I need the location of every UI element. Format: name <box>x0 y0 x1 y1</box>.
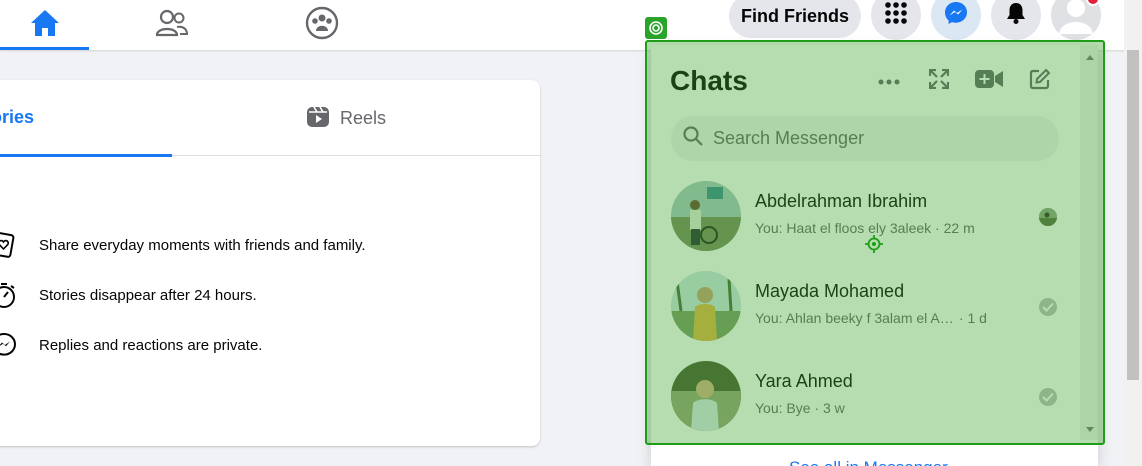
click-target-crosshair-icon <box>865 235 883 253</box>
search-icon <box>683 126 703 151</box>
new-message-button[interactable] <box>1025 67 1055 95</box>
sent-check-icon <box>1039 388 1057 406</box>
chat-item-yara-ahmed[interactable]: Yara Ahmed You: Bye · 3 w <box>661 353 1081 439</box>
chat-name: Abdelrahman Ibrahim <box>755 191 928 211</box>
stories-card: tories Reels Share everyday moments with… <box>0 80 540 446</box>
stories-info-disappear-text: Stories disappear after 24 hours. <box>39 286 257 304</box>
stopwatch-icon <box>0 281 18 309</box>
menu-grid-icon <box>884 1 908 30</box>
seen-avatar-icon <box>1039 208 1057 226</box>
new-room-button[interactable] <box>974 67 1004 95</box>
scroll-down-arrow-icon[interactable] <box>1086 427 1094 432</box>
avatar <box>671 271 741 341</box>
tab-reels-label: Reels <box>340 107 387 128</box>
stories-info-share-text: Share everyday moments with friends and … <box>39 236 366 254</box>
stories-info-private: Replies and reactions are private. <box>0 331 262 359</box>
chats-dropdown: Chats Abdelrahman Ibrahim You: Haat el f <box>651 45 1098 466</box>
chat-last-message: You: Haat el floos ely 3aleek <box>755 220 932 236</box>
scroll-up-arrow-icon[interactable] <box>1086 55 1094 60</box>
compose-icon <box>1029 68 1051 95</box>
sent-check-icon <box>1039 298 1057 316</box>
tab-stories-label: tories <box>0 107 35 127</box>
expand-icon <box>928 68 950 94</box>
groups-icon <box>305 6 339 45</box>
see-all-in-messenger-button[interactable] <box>924 67 954 95</box>
avatar <box>671 181 741 251</box>
see-all-in-messenger-link[interactable]: See all in Messenger <box>789 458 948 466</box>
chat-name: Yara Ahmed <box>755 371 853 391</box>
account-button[interactable] <box>1051 0 1101 40</box>
messenger-search[interactable] <box>671 116 1059 161</box>
heart-card-icon <box>0 231 18 259</box>
chats-title: Chats <box>670 65 748 96</box>
profile-avatar-icon <box>1051 0 1101 40</box>
chat-time: 3 w <box>822 400 845 416</box>
chat-preview: You: Ahlan beeky f 3alam el Aut... · 1 d <box>755 310 987 326</box>
home-icon <box>29 8 61 43</box>
chats-scrollbar[interactable] <box>1080 45 1098 440</box>
target-badge-icon <box>645 17 667 39</box>
chat-preview: You: Bye · 3 w <box>755 400 845 416</box>
friends-icon <box>155 9 189 42</box>
stories-info-disappear: Stories disappear after 24 hours. <box>0 281 257 309</box>
chat-last-message: You: Ahlan beeky f 3alam el Aut... <box>755 310 955 326</box>
chat-item-mayada-mohamed[interactable]: Mayada Mohamed You: Ahlan beeky f 3alam … <box>661 263 1081 349</box>
nav-home-tab[interactable] <box>0 0 89 50</box>
tab-stories[interactable]: tories <box>0 80 172 157</box>
page-scrollbar-thumb[interactable] <box>1127 50 1139 380</box>
nav-friends-tab[interactable] <box>126 0 218 50</box>
stories-card-tabs: tories Reels <box>0 80 540 157</box>
top-navigation-bar: Find Friends <box>0 0 1142 50</box>
avatar <box>671 361 741 431</box>
more-options-icon <box>878 72 900 90</box>
messenger-bubble-icon <box>0 331 18 359</box>
messenger-icon <box>944 1 968 30</box>
stories-info-private-text: Replies and reactions are private. <box>39 336 263 354</box>
video-camera-icon <box>975 69 1003 94</box>
stories-info-share: Share everyday moments with friends and … <box>0 231 366 259</box>
reels-icon <box>306 104 330 133</box>
nav-groups-tab[interactable] <box>276 0 368 50</box>
find-friends-button[interactable]: Find Friends <box>729 0 861 38</box>
chat-time: 22 m <box>943 220 975 236</box>
notifications-button[interactable] <box>991 0 1041 40</box>
messenger-button[interactable] <box>931 0 981 40</box>
messenger-search-input[interactable] <box>713 128 1043 149</box>
chat-name: Mayada Mohamed <box>755 281 905 301</box>
chat-preview: You: Haat el floos ely 3aleek · 22 m <box>755 220 975 236</box>
page-scrollbar[interactable] <box>1124 0 1142 466</box>
tab-reels[interactable]: Reels <box>306 104 386 132</box>
chat-time: 1 d <box>967 310 987 326</box>
menu-button[interactable] <box>871 0 921 40</box>
chats-options-button[interactable] <box>874 67 904 95</box>
chat-last-message: You: Bye <box>755 400 811 416</box>
bell-icon <box>1005 1 1027 30</box>
